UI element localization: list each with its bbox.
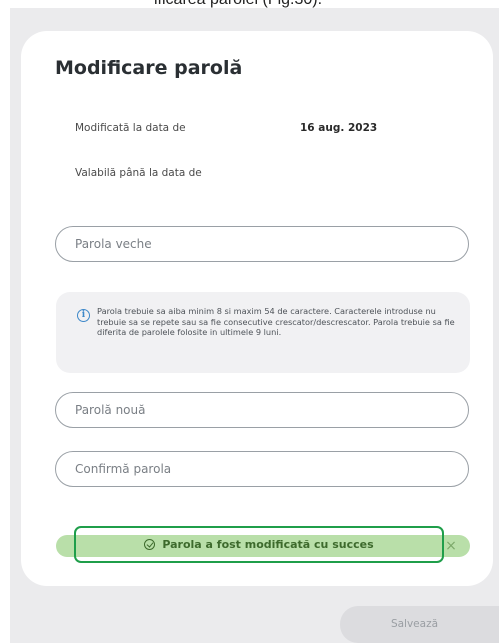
info-icon: i bbox=[77, 309, 90, 322]
document-caption: ificarea parolei (Fig.30). bbox=[0, 0, 499, 8]
save-button[interactable]: Salvează bbox=[340, 606, 499, 643]
toast-highlight-frame bbox=[74, 526, 444, 563]
confirm-password-field[interactable]: Confirmă parola bbox=[55, 451, 469, 487]
new-password-field[interactable]: Parolă nouă bbox=[55, 392, 469, 428]
old-password-field[interactable]: Parola veche bbox=[55, 226, 469, 262]
confirm-password-placeholder: Confirmă parola bbox=[75, 462, 172, 476]
valid-until-label: Valabilă până la data de bbox=[75, 167, 202, 179]
page-title: Modificare parolă bbox=[55, 57, 243, 79]
modified-date-value: 16 aug. 2023 bbox=[300, 122, 378, 134]
toast-close-icon[interactable]: × bbox=[443, 537, 459, 555]
modified-date-label: Modificată la data de bbox=[75, 122, 186, 134]
password-rules-notice: i Parola trebuie sa aiba minim 8 si maxi… bbox=[56, 292, 470, 373]
password-rules-text: Parola trebuie sa aiba minim 8 si maxim … bbox=[97, 306, 455, 337]
old-password-placeholder: Parola veche bbox=[75, 237, 152, 251]
new-password-placeholder: Parolă nouă bbox=[75, 403, 146, 417]
